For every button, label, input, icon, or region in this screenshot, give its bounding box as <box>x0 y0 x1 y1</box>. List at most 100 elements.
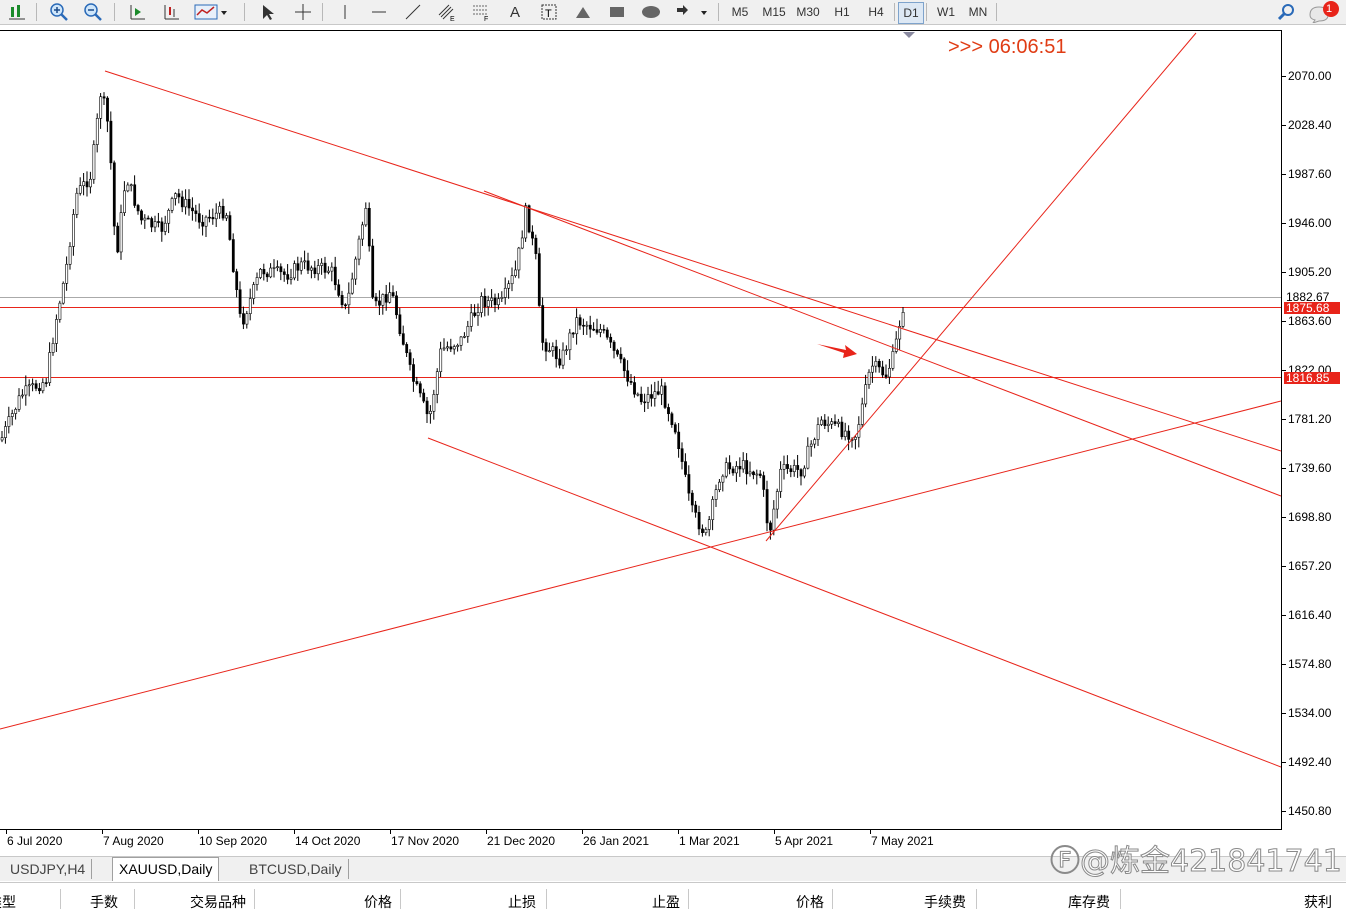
candle-body <box>262 268 266 275</box>
equidistant-channel-icon[interactable]: E <box>434 2 460 22</box>
candle-body <box>466 326 470 337</box>
notifications-icon[interactable]: 1 <box>1306 1 1342 23</box>
chart-shift-marker[interactable] <box>903 32 915 38</box>
candle-body <box>724 462 728 477</box>
candle-body <box>816 424 820 440</box>
candle-body <box>398 314 402 334</box>
col-price-current[interactable]: 价格 <box>796 892 824 912</box>
search-icon[interactable] <box>1274 2 1298 22</box>
ascending-steep-trendline[interactable] <box>765 32 1197 542</box>
candle-body <box>752 471 755 476</box>
timeframe-w1[interactable]: W1 <box>932 2 960 22</box>
date-label: 5 Apr 2021 <box>775 834 834 848</box>
svg-text:T: T <box>545 8 552 20</box>
trendline-icon[interactable] <box>400 2 426 22</box>
cursor-icon[interactable] <box>254 2 280 22</box>
candle-body <box>541 305 545 343</box>
zoom-in-icon[interactable] <box>46 2 72 22</box>
candle-body <box>126 184 130 192</box>
timeframe-m5[interactable]: M5 <box>726 2 754 22</box>
col-stop-loss[interactable]: 止损 <box>508 892 536 912</box>
price-label: 1698.80 <box>1288 510 1332 524</box>
price-label: 1739.60 <box>1288 461 1332 475</box>
candle-body <box>711 499 715 521</box>
candle-body <box>602 329 606 331</box>
candle-body <box>571 332 575 335</box>
col-profit[interactable]: 获利 <box>1304 892 1332 912</box>
vertical-line-icon[interactable] <box>332 2 358 22</box>
candle-body <box>707 519 711 530</box>
triangle-icon[interactable] <box>570 2 596 22</box>
candle-body <box>347 292 351 306</box>
text-icon[interactable]: A <box>502 2 528 22</box>
candle-body <box>503 287 507 298</box>
zoom-out-icon[interactable] <box>80 2 106 22</box>
crosshair-icon[interactable] <box>290 2 316 22</box>
col-symbol[interactable]: 交易品种 <box>190 892 246 912</box>
col-volume[interactable]: 手数 <box>90 892 118 912</box>
col-take-profit[interactable]: 止盈 <box>652 892 680 912</box>
candle-body <box>741 460 745 470</box>
candle-body <box>599 329 602 333</box>
candle-body <box>286 274 290 280</box>
timeframe-mn[interactable]: MN <box>964 2 992 22</box>
descending-trendline-middle[interactable] <box>483 190 1281 497</box>
candle-body <box>119 212 123 253</box>
price-chart[interactable] <box>0 30 1281 829</box>
ellipse-icon[interactable] <box>638 2 664 22</box>
candle-body <box>204 216 208 227</box>
candle-body <box>446 346 449 349</box>
chart-shift-icon[interactable] <box>124 2 150 22</box>
price-axis[interactable]: 2070.00 2028.40 1987.60 1946.00 1905.20 … <box>1282 30 1346 830</box>
rectangle-icon[interactable] <box>604 2 630 22</box>
candle-body <box>313 267 317 275</box>
candle-body <box>456 344 460 347</box>
candle-body <box>432 394 436 412</box>
tab-xauusd-daily[interactable]: XAUUSD,Daily <box>112 857 220 881</box>
ascending-long-trendline[interactable] <box>0 400 1281 730</box>
candle-body <box>877 361 881 368</box>
candle-body <box>109 120 113 164</box>
tab-btcusd-daily[interactable]: BTCUSD,Daily <box>243 859 349 879</box>
timeframe-m30[interactable]: M30 <box>794 2 822 22</box>
candle-body <box>429 410 432 415</box>
col-price[interactable]: 价格 <box>364 892 392 912</box>
descending-trendline-upper[interactable] <box>104 70 1281 452</box>
chart-area[interactable] <box>0 30 1282 830</box>
candle-body <box>660 385 664 395</box>
col-swap[interactable]: 库存费 <box>1068 892 1110 912</box>
candle-body <box>901 312 905 327</box>
candle-body <box>837 421 840 424</box>
candle-body <box>99 96 103 119</box>
candle-body <box>170 198 174 211</box>
descending-channel-lower[interactable] <box>427 437 1281 768</box>
candle-body <box>157 221 160 223</box>
candle-body <box>619 353 623 360</box>
fibonacci-icon[interactable]: F <box>468 2 494 22</box>
candle-body <box>405 344 409 354</box>
timeframe-h4[interactable]: H4 <box>862 2 890 22</box>
candle-body <box>786 464 789 469</box>
candle-body <box>51 343 55 353</box>
timeframe-h1[interactable]: H1 <box>828 2 856 22</box>
timeframe-m15[interactable]: M15 <box>760 2 788 22</box>
candle-body <box>153 221 157 228</box>
candle-body <box>721 475 725 483</box>
timeframe-d1[interactable]: D1 <box>898 2 924 24</box>
indicators-icon[interactable] <box>192 2 230 22</box>
red-arrow-annotation[interactable] <box>817 344 857 358</box>
horizontal-line-icon[interactable] <box>366 2 392 22</box>
candle-body <box>690 492 694 506</box>
candle-body <box>558 358 562 366</box>
candle-body <box>670 413 674 425</box>
arrows-icon[interactable] <box>672 2 710 22</box>
terminal-panel: 类型 手数 交易品种 价格 止损 止盈 价格 手续费 库存费 获利 <box>0 882 1346 912</box>
text-label-icon[interactable]: T <box>536 2 562 22</box>
candle-body <box>333 266 337 286</box>
col-type[interactable]: 类型 <box>0 892 16 912</box>
bar-chart-icon[interactable] <box>4 2 30 22</box>
tab-usdjpy-h4[interactable]: USDJPY,H4 <box>4 859 93 879</box>
col-commission[interactable]: 手续费 <box>924 892 966 912</box>
candle-body <box>663 385 667 408</box>
autoscroll-icon[interactable] <box>158 2 184 22</box>
